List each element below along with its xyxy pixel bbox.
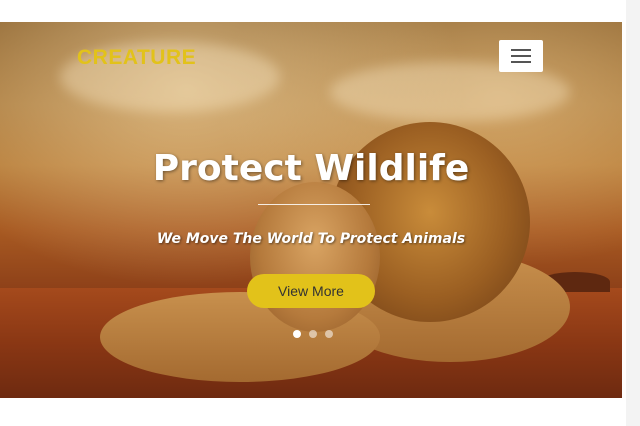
slider-pagination <box>293 330 333 338</box>
hero-banner: CREATURE Protect Wildlife We Move The Wo… <box>0 22 622 398</box>
slider-dot-2[interactable] <box>309 330 317 338</box>
hamburger-menu-icon-line <box>511 55 531 57</box>
slider-dot-1[interactable] <box>293 330 301 338</box>
slider-dot-3[interactable] <box>325 330 333 338</box>
page-scrollbar-gutter <box>626 0 640 426</box>
hamburger-menu-icon-line <box>511 61 531 63</box>
hero-tagline: We Move The World To Protect Animals <box>156 231 466 247</box>
menu-toggle-button[interactable] <box>499 40 543 72</box>
view-more-button[interactable]: View More <box>247 274 375 308</box>
hamburger-menu-icon <box>511 49 531 51</box>
hero-title: Protect Wildlife <box>152 148 470 189</box>
site-logo[interactable]: CREATURE <box>77 46 196 70</box>
title-divider <box>258 204 370 205</box>
top-whitespace <box>0 0 640 22</box>
